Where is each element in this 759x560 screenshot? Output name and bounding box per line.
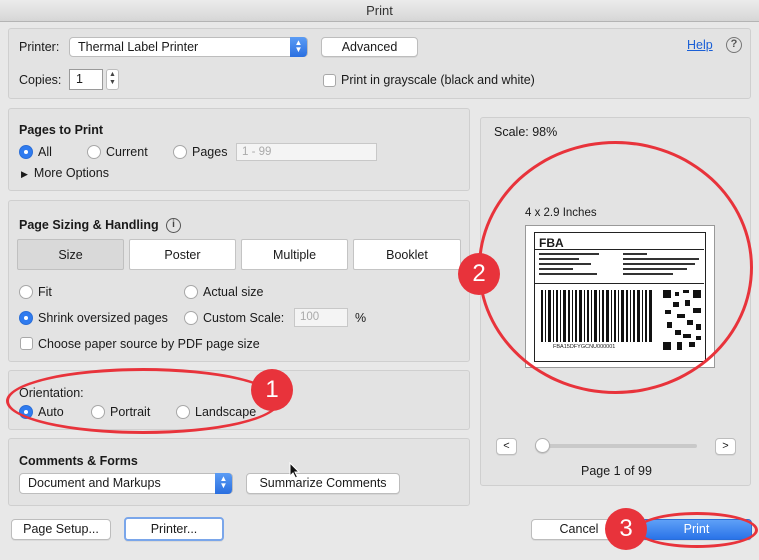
help-link[interactable]: Help xyxy=(687,38,713,52)
more-options-toggle[interactable]: ▶ More Options xyxy=(21,166,109,180)
annotation-ring-orientation xyxy=(6,368,280,434)
page-setup-button[interactable]: Page Setup... xyxy=(11,519,111,540)
pages-range-input[interactable]: 1 - 99 xyxy=(236,143,377,161)
annotation-badge-3: 3 xyxy=(605,508,647,550)
actual-size-label: Actual size xyxy=(203,285,264,299)
disclosure-triangle-icon: ▶ xyxy=(21,169,28,179)
sizing-tabs: Size Poster Multiple Booklet xyxy=(17,239,461,270)
copies-stepper[interactable]: ▲ ▼ xyxy=(106,69,119,90)
actual-size-radio[interactable] xyxy=(184,285,198,299)
preview-page-slider-track[interactable] xyxy=(537,444,697,448)
custom-scale-input[interactable]: 100 xyxy=(294,308,348,327)
printer-select-value: Thermal Label Printer xyxy=(78,40,199,54)
page-count-label: Page 1 of 99 xyxy=(581,464,652,478)
comments-select[interactable]: Document and Markups ▲ ▼ xyxy=(19,473,233,494)
comments-panel xyxy=(8,438,470,506)
grayscale-label: Print in grayscale (black and white) xyxy=(341,73,535,87)
fit-radio[interactable] xyxy=(19,285,33,299)
pages-range-label: Pages xyxy=(192,145,228,159)
select-arrows-icon: ▲ ▼ xyxy=(215,473,232,494)
summarize-comments-button[interactable]: Summarize Comments xyxy=(246,473,400,494)
copies-label: Copies: xyxy=(19,73,62,87)
printer-select[interactable]: Thermal Label Printer ▲ ▼ xyxy=(69,37,308,57)
pages-to-print-title: Pages to Print xyxy=(19,123,104,137)
preview-prev-button[interactable]: < xyxy=(496,438,517,455)
current-page-radio[interactable] xyxy=(87,145,101,159)
annotation-badge-2: 2 xyxy=(458,253,500,295)
comments-select-value: Document and Markups xyxy=(28,476,161,490)
select-arrows-icon: ▲ ▼ xyxy=(290,37,307,57)
paper-source-label: Choose paper source by PDF page size xyxy=(38,337,260,351)
shrink-oversized-radio[interactable] xyxy=(19,311,33,325)
paper-source-checkbox[interactable] xyxy=(20,337,33,350)
printer-button[interactable]: Printer... xyxy=(124,517,224,541)
printer-label: Printer: xyxy=(19,40,60,54)
all-pages-radio[interactable] xyxy=(19,145,33,159)
tab-booklet[interactable]: Booklet xyxy=(353,239,461,270)
current-page-label: Current xyxy=(106,145,148,159)
more-options-label: More Options xyxy=(33,166,109,180)
annotation-ring-preview xyxy=(478,141,753,394)
custom-scale-label: Custom Scale: xyxy=(203,311,285,325)
tab-size[interactable]: Size xyxy=(17,239,124,270)
advanced-button[interactable]: Advanced xyxy=(321,37,418,57)
help-icon[interactable]: ? xyxy=(726,37,742,53)
copies-value: 1 xyxy=(76,72,83,86)
tab-poster[interactable]: Poster xyxy=(129,239,236,270)
sizing-info-icon[interactable]: i xyxy=(166,218,181,233)
tab-multiple[interactable]: Multiple xyxy=(241,239,348,270)
copies-field[interactable]: 1 xyxy=(69,69,103,90)
preview-page-slider-thumb[interactable] xyxy=(535,438,550,453)
pages-range-radio[interactable] xyxy=(173,145,187,159)
shrink-oversized-label: Shrink oversized pages xyxy=(38,311,168,325)
annotation-badge-1: 1 xyxy=(251,369,293,411)
all-pages-label: All xyxy=(38,145,52,159)
mouse-cursor-icon xyxy=(289,461,301,482)
percent-label: % xyxy=(355,311,367,325)
annotation-ring-print xyxy=(636,512,758,548)
custom-scale-radio[interactable] xyxy=(184,311,198,325)
comments-title: Comments & Forms xyxy=(19,454,138,468)
preview-next-button[interactable]: > xyxy=(715,438,736,455)
page-sizing-title: Page Sizing & Handling xyxy=(19,218,159,232)
scale-label: Scale: 98% xyxy=(494,125,558,139)
window-title: Print xyxy=(0,0,759,22)
grayscale-checkbox[interactable] xyxy=(323,74,336,87)
fit-label: Fit xyxy=(38,285,52,299)
